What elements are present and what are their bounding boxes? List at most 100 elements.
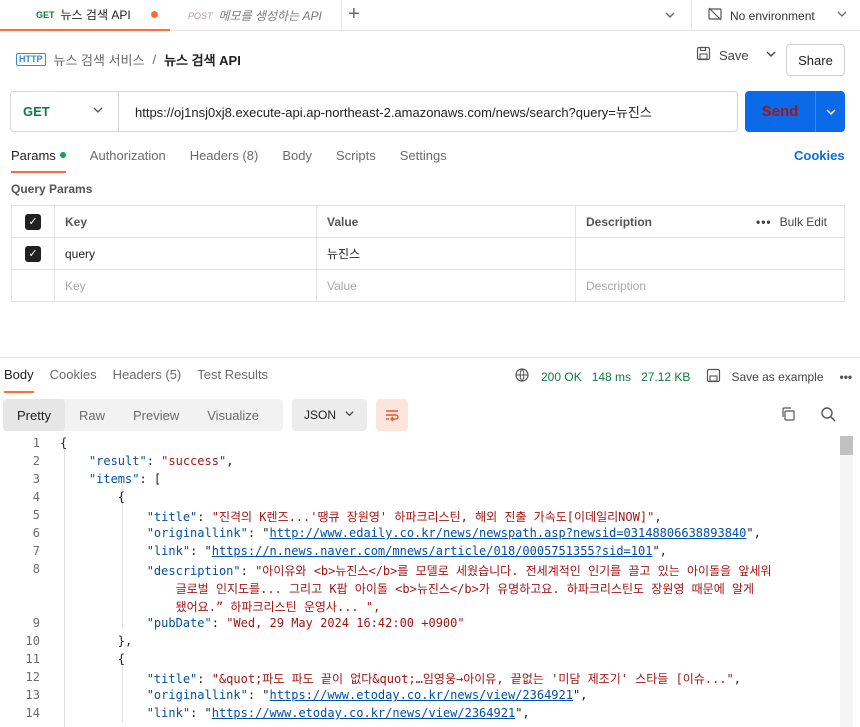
response-tabs: Body Cookies Headers (5) Test Results — [4, 367, 268, 393]
share-button[interactable]: Share — [786, 44, 845, 76]
save-as-example-button[interactable]: Save as example — [731, 370, 823, 384]
response-divider[interactable] — [0, 357, 860, 358]
cookies-link[interactable]: Cookies — [794, 148, 845, 163]
header-value: Value — [317, 206, 576, 237]
tab-scripts[interactable]: Scripts — [336, 148, 376, 173]
line-number: 5 — [32, 508, 40, 522]
send-chevron-down-icon[interactable] — [815, 91, 845, 132]
header-description: Description — [586, 214, 653, 229]
table-header-row: ✓ Key Value Description ••• Bulk Edit — [12, 206, 844, 238]
tab-response-cookies[interactable]: Cookies — [50, 367, 97, 393]
save-chevron-down-icon[interactable] — [765, 48, 777, 63]
line-number: 9 — [32, 616, 40, 630]
environment-label: No environment — [730, 8, 815, 23]
method-select[interactable]: GET — [11, 92, 119, 131]
line-number: 4 — [32, 490, 40, 504]
tab-method: GET — [36, 9, 55, 20]
tab-response-headers[interactable]: Headers (5) — [113, 367, 182, 393]
code-line: "title": "진격의 K렌즈...'땡큐 장원영' 하파크리스틴, 해외 … — [146, 510, 662, 524]
line-number: 2 — [32, 454, 40, 468]
line-number: 1 — [32, 436, 40, 450]
bulk-edit-label: Bulk Edit — [779, 214, 827, 229]
response-time[interactable]: 148 ms — [592, 370, 631, 384]
send-button[interactable]: Send — [745, 91, 845, 132]
tab-response-body[interactable]: Body — [4, 367, 34, 393]
query-params-title: Query Params — [11, 182, 93, 196]
header-key: Key — [55, 206, 317, 237]
tabs-chevron-down-icon[interactable] — [663, 8, 677, 25]
tab-label: 메모를 생성하는 API — [218, 9, 322, 23]
network-globe-icon[interactable] — [515, 367, 531, 386]
line-number: 6 — [32, 526, 40, 540]
code-line: 글로벌 인지도를... 그리고 K팝 아이돌 <b>뉴진스</b>가 유명하고요… — [60, 582, 755, 596]
tab-settings[interactable]: Settings — [400, 148, 447, 173]
request-tabs: Params Authorization Headers (8) Body Sc… — [11, 148, 447, 173]
select-all-checkbox[interactable]: ✓ — [25, 213, 41, 230]
new-key-input[interactable]: Key — [55, 270, 317, 302]
line-number: 3 — [32, 472, 40, 486]
table-row: ✓ query 뉴진스 — [12, 238, 844, 270]
tab-headers[interactable]: Headers (8) — [190, 148, 259, 173]
code-line: }, — [60, 634, 133, 648]
code-line: { — [60, 490, 126, 504]
new-tab-plus-icon[interactable]: + — [348, 4, 360, 24]
unsaved-dot-icon — [151, 11, 158, 18]
param-enabled-checkbox[interactable]: ✓ — [25, 245, 41, 262]
save-icon — [696, 46, 711, 64]
tab-authorization[interactable]: Authorization — [90, 148, 166, 173]
tab-news-search[interactable]: GET 뉴스 검색 API — [0, 0, 170, 31]
param-value-cell[interactable]: 뉴진스 — [317, 238, 576, 269]
param-description-cell[interactable] — [576, 238, 844, 269]
environment-selector[interactable]: No environment — [691, 0, 860, 31]
search-icon[interactable] — [820, 406, 836, 425]
status-code[interactable]: 200 OK — [541, 370, 582, 384]
tab-body[interactable]: Body — [282, 148, 312, 173]
code-line: 됐어요.” 하파크리스틴 운영사... ", — [60, 600, 381, 614]
tab-params-label: Params — [11, 148, 56, 163]
wrap-lines-icon[interactable] — [376, 399, 408, 431]
tab-method: POST — [188, 10, 213, 21]
params-table: ✓ Key Value Description ••• Bulk Edit ✓ … — [11, 205, 845, 302]
code-line: "link": "https://www.etoday.co.kr/news/v… — [146, 706, 530, 720]
no-environment-icon — [707, 6, 723, 25]
scrollbar[interactable] — [840, 436, 853, 727]
copy-icon[interactable] — [780, 406, 796, 425]
response-code-viewer[interactable]: 1 {2 "result": "success", 3 "items": [4 {5… — [0, 436, 840, 727]
language-label: JSON — [303, 408, 336, 422]
code-line: { — [60, 652, 126, 666]
code-line: { — [60, 436, 68, 450]
save-button[interactable]: Save — [696, 46, 777, 64]
breadcrumb-parent[interactable]: 뉴스 검색 서비스 — [54, 50, 145, 69]
tab-create-memo[interactable]: POST 메모를 생성하는 API — [170, 0, 342, 31]
response-size[interactable]: 27.12 KB — [641, 370, 690, 384]
code-line: "items": [ — [88, 472, 162, 486]
tab-params[interactable]: Params — [11, 148, 66, 173]
more-icon[interactable]: ••• — [756, 215, 772, 229]
scrollbar-thumb[interactable] — [840, 436, 853, 455]
language-select[interactable]: JSON — [292, 399, 367, 431]
new-description-input[interactable]: Description — [576, 270, 844, 302]
breadcrumb: HTTP 뉴스 검색 서비스 / 뉴스 검색 API — [16, 46, 241, 72]
line-number: 14 — [25, 706, 40, 720]
more-icon[interactable]: ••• — [840, 370, 853, 384]
code-line: "description": "아이유와 <b>뉴진스</b>를 모델로 세웠습… — [146, 564, 772, 578]
format-raw[interactable]: Raw — [65, 399, 119, 431]
chevron-down-icon — [836, 8, 848, 23]
chevron-down-icon — [92, 104, 104, 119]
format-visualize[interactable]: Visualize — [193, 399, 273, 431]
response-status-bar: 200 OK 148 ms 27.12 KB Save as example •… — [515, 367, 852, 386]
url-input[interactable]: https://oj1nsj0xj8.execute-api.ap-northe… — [119, 102, 652, 121]
code-line: "link": "https://n.news.naver.com/mnews/… — [146, 544, 667, 558]
breadcrumb-current[interactable]: 뉴스 검색 API — [164, 50, 241, 69]
bulk-edit-button[interactable]: ••• Bulk Edit — [746, 206, 844, 237]
line-number: 10 — [25, 634, 40, 648]
format-preview[interactable]: Preview — [119, 399, 193, 431]
new-value-input[interactable]: Value — [317, 270, 576, 302]
format-pretty[interactable]: Pretty — [3, 399, 65, 431]
method-label: GET — [23, 104, 50, 119]
param-key-cell[interactable]: query — [55, 238, 317, 269]
line-number: 8 — [32, 562, 40, 576]
line-number: 7 — [32, 544, 40, 558]
code-line: "title": "&quot;파도 파도 끝이 없다&quot;…임영웅→아이… — [146, 672, 742, 686]
tab-test-results[interactable]: Test Results — [197, 367, 268, 393]
